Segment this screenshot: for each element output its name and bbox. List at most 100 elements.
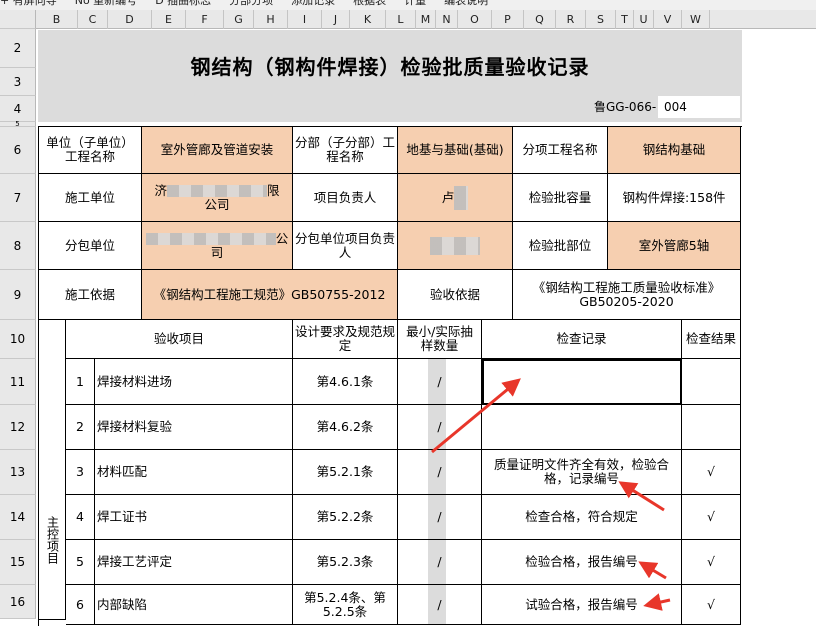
row-result[interactable]: √ (682, 585, 741, 625)
row-sample[interactable]: / (398, 585, 482, 625)
column-header[interactable]: W (682, 10, 710, 29)
part-value[interactable]: 地基与基础(基础) (398, 127, 513, 174)
subcon-label: 分包单位 (39, 222, 142, 270)
toolbar-item[interactable]: 添加记录 (291, 0, 335, 6)
row-record[interactable] (482, 359, 682, 405)
column-header[interactable]: E (152, 10, 186, 29)
basis-label: 施工依据 (39, 270, 142, 320)
unit-value[interactable]: 室外管廊及管道安装 (142, 127, 293, 174)
column-header[interactable]: I (288, 10, 322, 29)
row-requirement: 第5.2.3条 (293, 540, 398, 585)
toolbar-item[interactable]: D 插曲标志 (155, 0, 211, 6)
row-header[interactable]: 12 (0, 405, 36, 450)
row-no: 2 (66, 405, 95, 450)
column-header[interactable]: M (416, 10, 436, 29)
row-header[interactable]: 10 (0, 320, 36, 359)
row-requirement: 第5.2.4条、第5.2.5条 (293, 585, 398, 625)
row-sample[interactable]: / (398, 540, 482, 585)
accept-label: 验收依据 (398, 270, 513, 320)
row-record[interactable]: 检验合格，报告编号 (482, 540, 682, 585)
column-header[interactable]: O (458, 10, 492, 29)
column-header[interactable]: F (186, 10, 224, 29)
group-cell: 主控项目 (39, 320, 66, 620)
accept-value[interactable]: 《钢结构工程施工质量验收标准》GB50205-2020 (513, 270, 741, 320)
sub-label: 分项工程名称 (513, 127, 608, 174)
toolbar-item[interactable]: 分部分项 (229, 0, 273, 6)
row-record[interactable]: 质量证明文件齐全有效，检验合格，记录编号 (482, 450, 682, 495)
toolbar-item[interactable]: No 重新编号 (75, 0, 137, 6)
row-record[interactable]: 检查合格，符合规定 (482, 495, 682, 540)
location-label: 检验批部位 (513, 222, 608, 270)
row-no: 3 (66, 450, 95, 495)
column-header[interactable]: K (350, 10, 386, 29)
location-value[interactable]: 室外管廊5轴 (608, 222, 741, 270)
row-result[interactable] (682, 405, 741, 450)
row-item-name: 焊接材料进场 (95, 359, 293, 405)
subpm-label: 分包单位项目负责人 (293, 222, 398, 270)
builder-value[interactable]: 济 限 公司 (142, 174, 293, 222)
column-header[interactable]: V (654, 10, 682, 29)
column-header[interactable]: H (254, 10, 288, 29)
row-header[interactable]: 4 (0, 96, 36, 122)
column-header[interactable]: S (586, 10, 616, 29)
column-header[interactable]: P (492, 10, 524, 29)
toolbar-item[interactable]: 计量 (404, 0, 426, 6)
builder-label: 施工单位 (39, 174, 142, 222)
row-header[interactable]: 11 (0, 359, 36, 405)
sub-value[interactable]: 钢结构基础 (608, 127, 741, 174)
code-value-cell[interactable]: 004 (658, 96, 740, 118)
row-result[interactable]: √ (682, 540, 741, 585)
row-header[interactable]: 8 (0, 222, 36, 270)
row-record[interactable]: 试验合格，报告编号 (482, 585, 682, 625)
row-sample[interactable]: / (398, 495, 482, 540)
page-title: 钢结构（钢构件焊接）检验批质量验收记录 (190, 54, 590, 79)
basis-value[interactable]: 《钢结构工程施工规范》GB50755-2012 (142, 270, 398, 320)
column-header[interactable]: N (436, 10, 458, 29)
row-header[interactable]: 16 (0, 585, 36, 619)
capacity-value[interactable]: 钢构件焊接:158件 (608, 174, 741, 222)
row-header[interactable]: 14 (0, 495, 36, 540)
pm-value[interactable]: 卢 (398, 174, 513, 222)
toolbar-item[interactable]: 编表说明 (444, 0, 488, 6)
column-header[interactable]: R (556, 10, 586, 29)
column-header[interactable]: G (224, 10, 254, 29)
select-all-corner[interactable] (0, 10, 36, 29)
column-header[interactable]: L (386, 10, 416, 29)
code-label: 鲁GG-066- (594, 100, 657, 114)
redacted-blur (167, 185, 267, 197)
pm-label: 项目负责人 (293, 174, 398, 222)
redacted-blur (145, 233, 276, 245)
row-record[interactable] (482, 405, 682, 450)
row-result[interactable] (682, 359, 741, 405)
subcon-value-a: 公 (275, 230, 289, 246)
pm-value-text: 卢 (441, 189, 455, 205)
subcon-value-b: 司 (210, 244, 224, 260)
column-header[interactable]: U (634, 10, 654, 29)
column-header[interactable]: J (322, 10, 350, 29)
row-header[interactable]: 7 (0, 174, 36, 222)
row-requirement: 第5.2.1条 (293, 450, 398, 495)
row-header[interactable]: 6 (0, 127, 36, 174)
subcon-value[interactable]: 公 司 (142, 222, 293, 270)
row-header[interactable]: 13 (0, 450, 36, 495)
row-sample[interactable]: / (398, 405, 482, 450)
builder-value-a: 济 (154, 182, 167, 198)
subpm-value[interactable] (398, 222, 513, 270)
row-header[interactable]: 9 (0, 270, 36, 320)
column-header[interactable]: C (78, 10, 108, 29)
row-result[interactable]: √ (682, 450, 741, 495)
col-item: 验收项目 (66, 320, 293, 359)
column-header[interactable]: T (616, 10, 634, 29)
row-result[interactable]: √ (682, 495, 741, 540)
toolbar-item[interactable]: + 有屏向导 (0, 0, 57, 6)
row-sample[interactable]: / (398, 450, 482, 495)
column-header[interactable]: Q (524, 10, 556, 29)
row-header[interactable]: 15 (0, 540, 36, 585)
column-header[interactable]: D (108, 10, 152, 29)
row-sample[interactable]: / (398, 359, 482, 405)
toolbar-item[interactable]: 根据表 (353, 0, 386, 6)
column-header[interactable]: B (36, 10, 78, 29)
row-requirement: 第4.6.1条 (293, 359, 398, 405)
row-header[interactable]: 3 (0, 68, 36, 96)
row-header[interactable]: 2 (0, 29, 36, 68)
